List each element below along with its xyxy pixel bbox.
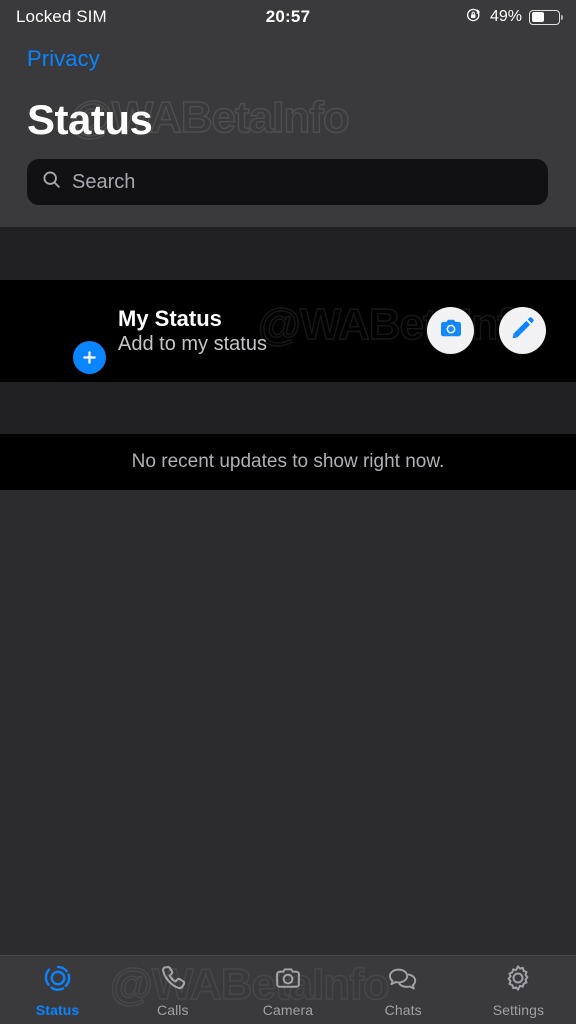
my-status-title: My Status — [118, 306, 222, 331]
camera-icon — [438, 315, 464, 346]
add-status-plus-icon[interactable] — [73, 341, 106, 374]
section-gap-top — [0, 227, 576, 280]
status-ring-icon — [43, 963, 73, 998]
pencil-icon — [510, 315, 536, 346]
no-updates-message: No recent updates to show right now. — [131, 451, 445, 472]
tab-camera[interactable]: Camera — [230, 956, 345, 1024]
tab-bar: Status Calls Camera Chats Settings — [0, 955, 576, 1024]
back-button-privacy[interactable]: Privacy — [27, 46, 100, 72]
my-status-subtitle: Add to my status — [118, 333, 267, 355]
tab-label-status: Status — [35, 1001, 80, 1018]
page-title: Status — [27, 96, 153, 143]
rotation-lock-icon — [465, 6, 483, 29]
empty-content-area — [0, 490, 576, 955]
tab-label-camera: Camera — [262, 1001, 314, 1018]
tab-chats[interactable]: Chats — [346, 956, 461, 1024]
status-bar-right-group: 49% — [465, 6, 564, 29]
no-updates-row: No recent updates to show right now. — [0, 434, 576, 490]
phone-icon — [158, 963, 188, 998]
tab-calls[interactable]: Calls — [115, 956, 230, 1024]
tab-status[interactable]: Status — [0, 956, 115, 1024]
search-icon — [41, 169, 62, 195]
status-bar: Locked SIM 20:57 49% — [0, 0, 576, 34]
tab-label-calls: Calls — [156, 1001, 189, 1018]
tab-label-settings: Settings — [492, 1001, 545, 1018]
battery-percent-label: 49% — [489, 8, 522, 25]
camera-outline-icon — [273, 963, 303, 998]
search-input[interactable]: Search — [27, 159, 548, 205]
section-gap-bottom — [0, 382, 576, 434]
chats-bubbles-icon — [387, 963, 419, 998]
gear-icon — [503, 963, 533, 998]
phone-screen: Locked SIM 20:57 49% Privacy Status Sear… — [0, 0, 576, 1024]
nav-header: Privacy Status Search — [0, 34, 576, 227]
edit-status-button[interactable] — [499, 307, 546, 354]
tab-label-chats: Chats — [384, 1001, 422, 1018]
battery-icon — [529, 9, 564, 25]
tab-settings[interactable]: Settings — [461, 956, 576, 1024]
camera-button[interactable] — [427, 307, 474, 354]
search-placeholder: Search — [72, 170, 136, 193]
